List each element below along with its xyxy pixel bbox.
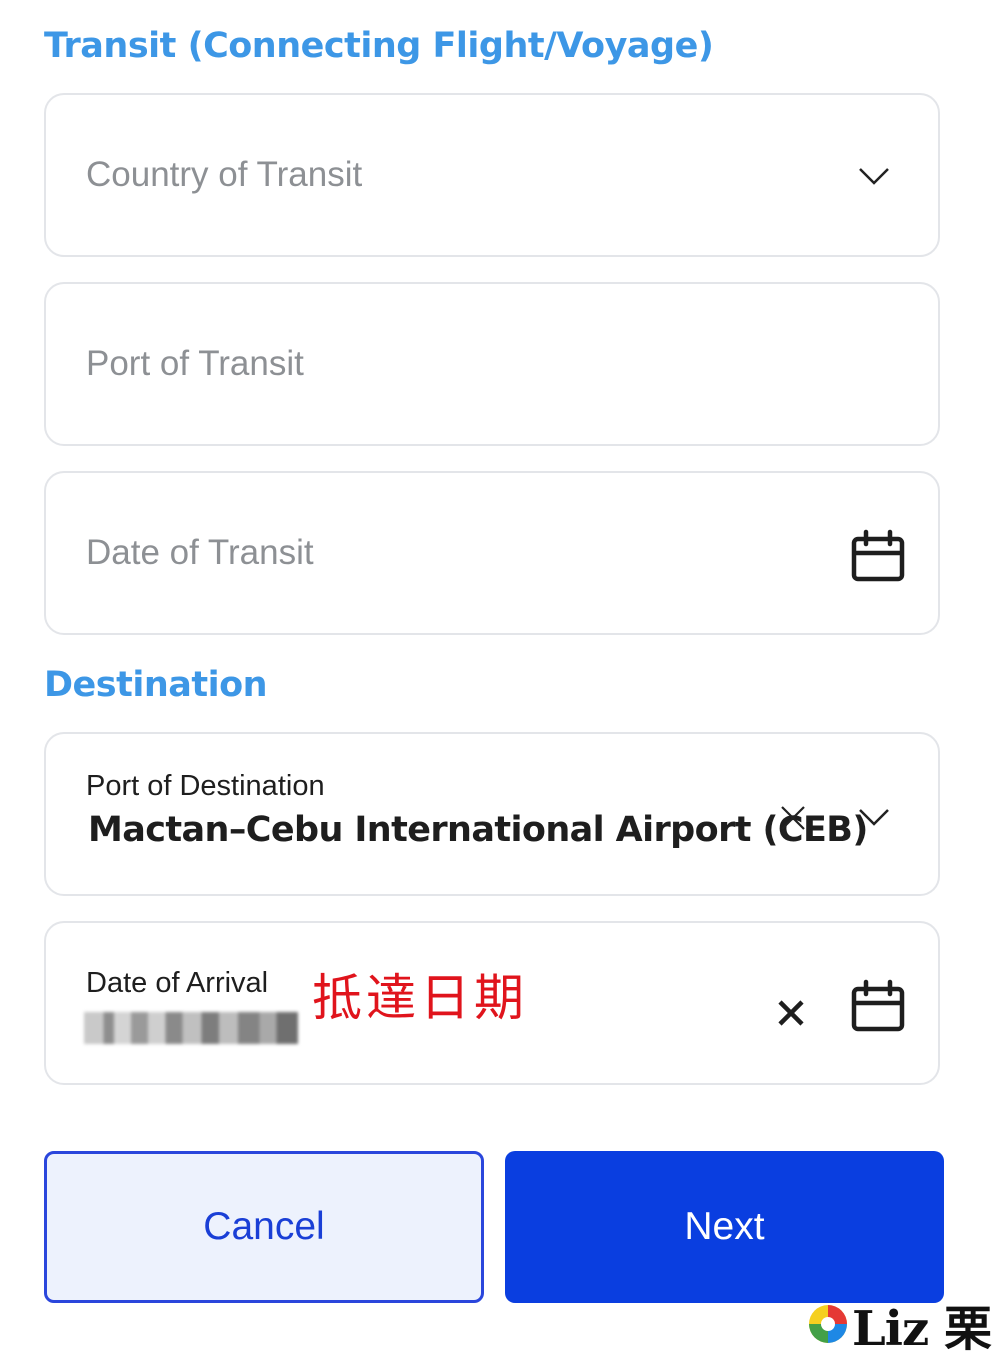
calendar-icon[interactable] xyxy=(851,979,905,1033)
country-of-transit-placeholder: Country of Transit xyxy=(86,155,363,194)
port-of-destination-label: Port of Destination xyxy=(86,770,325,802)
destination-section-title: Destination xyxy=(44,665,268,705)
close-icon[interactable] xyxy=(780,805,806,831)
next-button-label: Next xyxy=(684,1205,765,1248)
port-of-transit-placeholder: Port of Transit xyxy=(86,344,304,383)
date-of-arrival-label: Date of Arrival xyxy=(86,967,269,999)
watermark-text: Liz 栗 xyxy=(852,1301,992,1357)
arrival-date-value-redacted xyxy=(84,1012,298,1044)
watermark-logo: Liz 栗 xyxy=(806,1289,992,1359)
arrival-date-annotation: 抵達日期 xyxy=(312,969,528,1027)
cancel-button-label: Cancel xyxy=(203,1205,325,1248)
date-of-transit-placeholder: Date of Transit xyxy=(86,533,314,572)
next-button[interactable]: Next xyxy=(505,1151,944,1303)
close-icon[interactable] xyxy=(777,999,805,1027)
cancel-button[interactable]: Cancel xyxy=(44,1151,484,1303)
date-of-transit-input[interactable]: Date of Transit xyxy=(44,471,940,635)
rainbow-logo-icon xyxy=(809,1305,847,1343)
port-of-destination-select[interactable]: Port of Destination Mactan–Cebu Internat… xyxy=(44,732,940,896)
chevron-down-icon[interactable] xyxy=(858,807,890,827)
port-of-transit-input[interactable]: Port of Transit xyxy=(44,282,940,446)
calendar-icon[interactable] xyxy=(851,529,905,583)
country-of-transit-select[interactable]: Country of Transit xyxy=(44,93,940,257)
transit-section-title: Transit (Connecting Flight/Voyage) xyxy=(44,26,714,66)
chevron-down-icon[interactable] xyxy=(858,166,890,186)
port-of-destination-value: Mactan–Cebu International Airport (CEB) xyxy=(88,810,868,850)
